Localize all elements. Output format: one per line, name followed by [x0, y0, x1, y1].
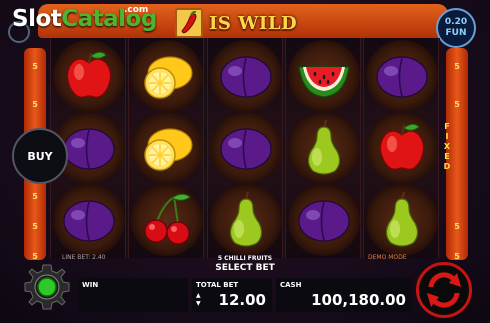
payline-number: 5	[32, 100, 38, 109]
bet-adjust-arrows-icon[interactable]: ▲ ▼	[196, 292, 206, 308]
pear-icon	[210, 184, 282, 256]
chili-icon	[175, 8, 203, 38]
settings-gear-icon[interactable]	[22, 262, 72, 312]
spin-arrows-icon	[427, 272, 461, 308]
payline-number: 5	[454, 222, 460, 231]
payline-number: 5	[454, 252, 460, 261]
reel-4	[285, 38, 361, 258]
cash-value: 100,180.00	[311, 291, 406, 309]
demo-mode-text: DEMO MODE	[368, 254, 407, 261]
logo-slot-text: Slot	[12, 6, 62, 32]
total-bet-label: TOTAL BET	[196, 281, 239, 289]
spin-button[interactable]	[416, 262, 472, 318]
win-display: WIN	[78, 278, 188, 312]
lemon-icon	[131, 40, 203, 112]
payline-number: 5	[454, 100, 460, 109]
plum-icon	[288, 184, 360, 256]
coin-value-button[interactable]: 0.20 FUN	[436, 8, 476, 48]
game-name-text: 5 CHILLI FRUITS	[217, 255, 273, 262]
cherry-icon	[131, 184, 203, 256]
slot-game-scene: SlotCatalog .com IS WILD 0.20 FUN 555555…	[0, 0, 490, 323]
payline-number: 5	[32, 62, 38, 71]
total-bet-value: 12.00	[218, 291, 266, 309]
payline-number: 5	[32, 222, 38, 231]
coin-currency: FUN	[445, 28, 467, 38]
payline-number: 5	[32, 252, 38, 261]
wild-label: IS WILD	[209, 12, 298, 34]
reel-2	[128, 38, 204, 258]
line-bet-text: LINE BET: 2.40	[62, 254, 106, 261]
buy-button[interactable]: BUY	[12, 128, 68, 184]
select-bet-button[interactable]: SELECT BET	[185, 263, 305, 273]
fixed-lines-label: FIXED	[443, 122, 451, 171]
reel-5	[363, 38, 439, 258]
wild-banner: IS WILD	[175, 8, 297, 38]
cash-display: CASH 100,180.00	[276, 278, 412, 312]
pear-icon	[366, 184, 438, 256]
total-bet-display[interactable]: TOTAL BET ▲ ▼ 12.00	[192, 278, 272, 312]
logo-com-text: .com	[124, 5, 149, 15]
apple-icon	[366, 112, 438, 184]
cash-label: CASH	[280, 281, 302, 289]
plum-icon	[210, 40, 282, 112]
payline-number: 5	[32, 192, 38, 201]
plum-icon	[366, 40, 438, 112]
watermelon-icon	[288, 40, 360, 112]
pear-icon	[288, 112, 360, 184]
reel-3	[207, 38, 283, 258]
win-label: WIN	[82, 281, 99, 289]
coin-value: 0.20	[444, 17, 468, 27]
plum-icon	[53, 184, 125, 256]
apple-icon	[53, 40, 125, 112]
plum-icon	[210, 112, 282, 184]
payline-number: 5	[454, 62, 460, 71]
lemon-icon	[131, 112, 203, 184]
reel-area	[50, 38, 440, 258]
